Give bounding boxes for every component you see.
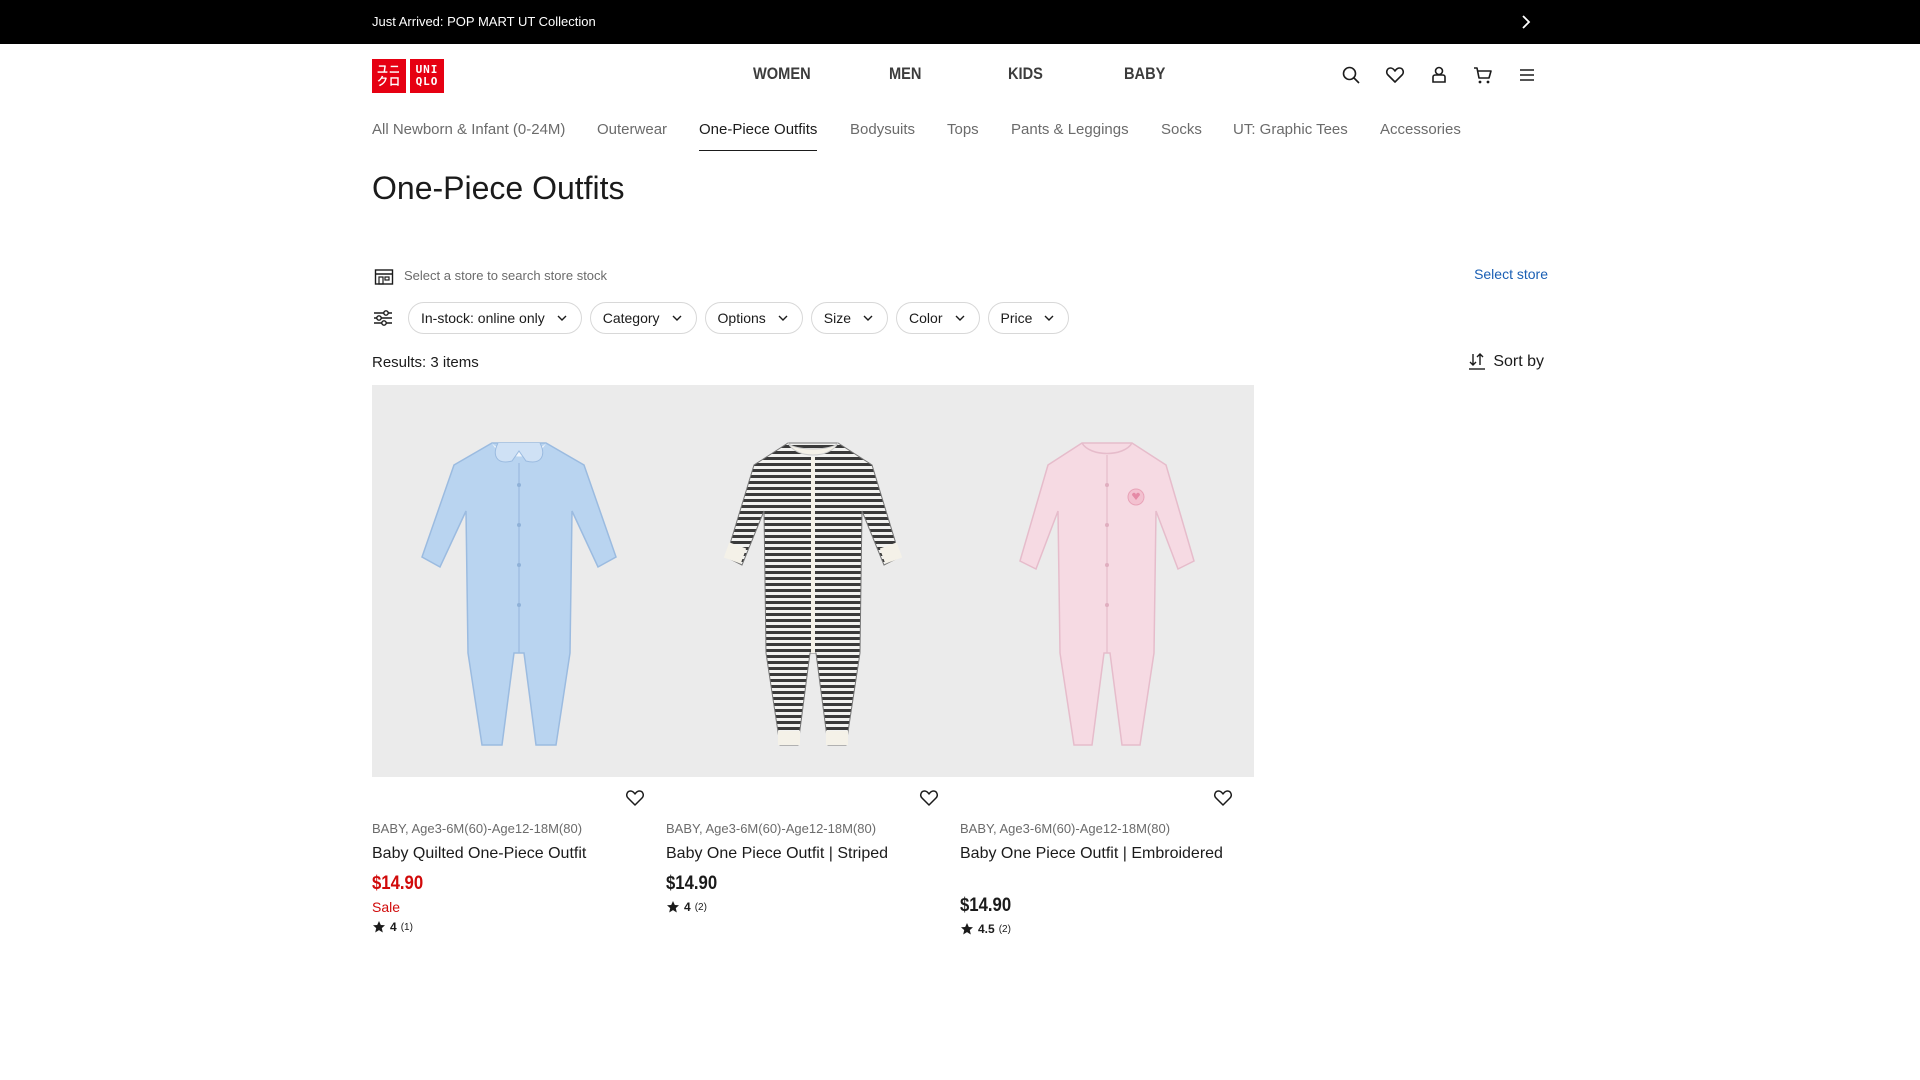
- filter-color[interactable]: Color: [896, 302, 980, 334]
- filter-icon[interactable]: [372, 308, 394, 328]
- subnav-outerwear[interactable]: Outerwear: [597, 121, 667, 138]
- filter-label: Color: [909, 310, 943, 326]
- subnav-all-newborn[interactable]: All Newborn & Infant (0-24M): [372, 121, 565, 138]
- heart-icon[interactable]: [918, 787, 940, 809]
- romper-image: [421, 442, 617, 746]
- product-meta: BABY, Age3-6M(60)-Age12-18M(80): [666, 821, 877, 836]
- product-image[interactable]: [666, 385, 960, 777]
- subnav-tops[interactable]: Tops: [947, 121, 979, 138]
- store-prompt: Select a store to search store stock: [404, 268, 608, 283]
- rating-count: (2): [694, 901, 707, 913]
- subnav-bodysuits[interactable]: Bodysuits: [850, 121, 915, 138]
- rating-score: 4.5: [978, 922, 995, 936]
- sort-button[interactable]: Sort by: [1467, 352, 1544, 372]
- nav-women[interactable]: WOMEN: [753, 64, 811, 84]
- main-nav: WOMEN MEN KIDS BABY: [0, 64, 1920, 88]
- star-icon: [961, 923, 973, 935]
- filter-label: Options: [717, 310, 766, 326]
- filter-category[interactable]: Category: [589, 302, 697, 334]
- rating-count: (1): [400, 921, 413, 933]
- chevron-right-icon[interactable]: [1516, 12, 1536, 32]
- product-image[interactable]: [960, 385, 1254, 777]
- filter-price[interactable]: Price: [987, 302, 1070, 334]
- product-rating: 4 (1): [372, 920, 413, 934]
- nav-kids[interactable]: KIDS: [1008, 64, 1043, 84]
- product-meta: BABY, Age3-6M(60)-Age12-18M(80): [960, 821, 1171, 836]
- filter-in-stock[interactable]: In-stock: online only: [408, 302, 582, 334]
- chevron-down-icon: [672, 315, 682, 321]
- romper-image: [723, 442, 903, 746]
- user-icon[interactable]: [1428, 64, 1450, 86]
- category-subnav: All Newborn & Infant (0-24M) Outerwear O…: [0, 121, 1920, 153]
- filter-label: Size: [823, 310, 852, 326]
- subnav-one-piece-outfits[interactable]: One-Piece Outfits: [699, 121, 818, 151]
- nav-baby[interactable]: BABY: [1124, 64, 1165, 84]
- chevron-down-icon: [778, 315, 788, 321]
- search-icon[interactable]: [1340, 64, 1362, 86]
- menu-icon[interactable]: [1516, 64, 1538, 86]
- sort-label: Sort by: [1493, 353, 1544, 370]
- filter-label: In-stock: online only: [421, 310, 545, 326]
- star-icon: [373, 921, 385, 933]
- subnav-accessories[interactable]: Accessories: [1380, 121, 1461, 138]
- product-rating: 4 (2): [666, 900, 707, 914]
- store-icon: [374, 269, 394, 285]
- rating-score: 4: [684, 900, 691, 914]
- page-title: One-Piece Outfits: [372, 170, 625, 206]
- star-icon: [667, 901, 679, 913]
- heart-icon[interactable]: [1212, 787, 1234, 809]
- product-name[interactable]: Baby Quilted One-Piece Outfit: [372, 843, 642, 865]
- sort-icon: [1469, 353, 1486, 370]
- product-card[interactable]: BABY, Age3-6M(60)-Age12-18M(80) Baby Qui…: [372, 385, 666, 934]
- subnav-socks[interactable]: Socks: [1161, 121, 1202, 138]
- product-card[interactable]: BABY, Age3-6M(60)-Age12-18M(80) Baby One…: [666, 385, 960, 914]
- product-grid: BABY, Age3-6M(60)-Age12-18M(80) Baby Qui…: [372, 385, 1254, 936]
- cart-icon[interactable]: [1472, 64, 1494, 86]
- chevron-down-icon: [1044, 315, 1054, 321]
- chevron-down-icon: [557, 315, 567, 321]
- product-meta: BABY, Age3-6M(60)-Age12-18M(80): [372, 821, 583, 836]
- filter-size[interactable]: Size: [810, 302, 889, 334]
- select-store-link[interactable]: Select store: [1474, 266, 1548, 282]
- chevron-down-icon: [863, 315, 873, 321]
- product-price: $14.90: [372, 873, 424, 894]
- filter-label: Price: [1000, 310, 1033, 326]
- filter-chips: In-stock: online only Category Options S…: [408, 302, 1070, 334]
- chevron-down-icon: [955, 315, 964, 321]
- heart-icon[interactable]: [1384, 64, 1406, 86]
- rating-count: (2): [998, 923, 1011, 935]
- product-rating: 4.5 (2): [960, 922, 1011, 936]
- product-price: $14.90: [960, 895, 1012, 916]
- sale-badge: Sale: [372, 899, 401, 915]
- announcement-text[interactable]: Just Arrived: POP MART UT Collection: [372, 14, 596, 29]
- product-name[interactable]: Baby One Piece Outfit | Embroidered: [960, 843, 1230, 865]
- heart-icon[interactable]: [624, 787, 646, 809]
- subnav-ut-graphic-tees[interactable]: UT: Graphic Tees: [1233, 121, 1348, 138]
- romper-image: [1019, 442, 1195, 746]
- filter-label: Category: [602, 310, 660, 326]
- product-price: $14.90: [666, 873, 718, 894]
- subnav-pants-leggings[interactable]: Pants & Leggings: [1011, 121, 1129, 138]
- nav-men[interactable]: MEN: [889, 64, 921, 84]
- announcement-bar: Just Arrived: POP MART UT Collection: [0, 0, 1920, 44]
- product-image[interactable]: [372, 385, 666, 777]
- rating-score: 4: [390, 920, 397, 934]
- results-count: Results: 3 items: [372, 354, 479, 371]
- filter-options[interactable]: Options: [704, 302, 803, 334]
- product-name[interactable]: Baby One Piece Outfit | Striped: [666, 843, 936, 865]
- product-card[interactable]: BABY, Age3-6M(60)-Age12-18M(80) Baby One…: [960, 385, 1254, 936]
